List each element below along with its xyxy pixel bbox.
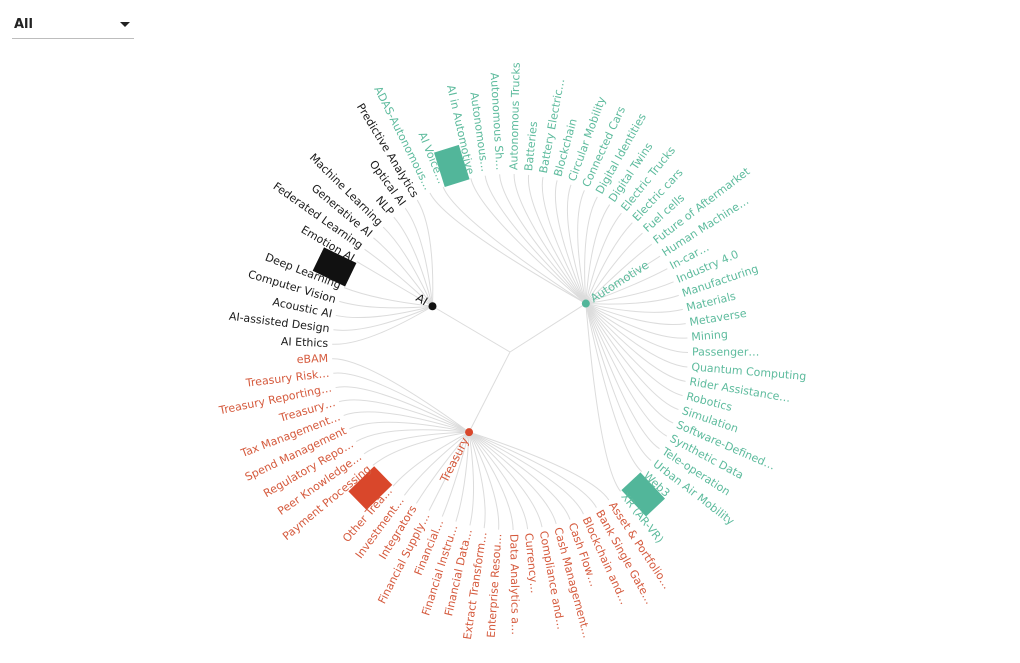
root-link (432, 305, 511, 353)
leaf-link (468, 431, 557, 525)
group-node-treasury[interactable] (465, 428, 474, 437)
leaf-link (585, 303, 621, 492)
leaf-link (429, 192, 587, 304)
leaf-link (585, 303, 679, 411)
tree-links (332, 174, 689, 530)
root-link (468, 351, 511, 433)
leaf-link (333, 372, 470, 433)
leaf-link (343, 411, 470, 433)
group-node-ai[interactable] (428, 302, 437, 311)
group-node-automotive[interactable] (581, 299, 590, 308)
leaf-link (468, 431, 584, 515)
root-link (509, 303, 587, 353)
group-label-treasury: Treasury (437, 435, 472, 486)
leaf-label[interactable]: Autonomous Sh… (488, 72, 507, 170)
leaf-link (335, 386, 470, 433)
leaf-label[interactable]: eBAM (297, 352, 329, 366)
leaf-link (468, 432, 486, 529)
leaf-link (585, 303, 652, 461)
leaf-link (332, 358, 470, 433)
leaf-label[interactable]: AI Ethics (281, 335, 329, 350)
leaf-label[interactable]: Currency… (522, 532, 541, 594)
leaf-label[interactable]: Enterprise Resou… (485, 533, 505, 638)
leaf-label[interactable]: Data Analytics a… (507, 534, 522, 635)
leaf-label[interactable]: Autonomous Trucks (507, 62, 523, 170)
leaf-link (585, 303, 660, 450)
leaf-label[interactable]: Passenger… (692, 346, 759, 359)
radial-tree-chart: AI EthicsAI-assisted DesignAcoustic AICo… (217, 62, 807, 640)
leaf-link (484, 175, 587, 304)
leaf-link (468, 431, 597, 508)
leaf-link (585, 303, 674, 424)
leaf-label[interactable]: Mining (691, 328, 728, 344)
leaf-link (468, 431, 571, 520)
